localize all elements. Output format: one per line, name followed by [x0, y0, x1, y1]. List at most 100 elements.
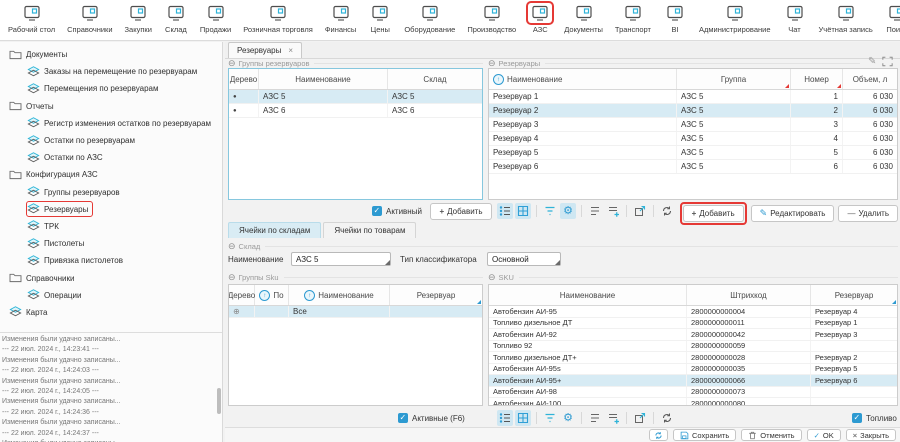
save-button[interactable]: Сохранить: [673, 429, 736, 441]
table-row[interactable]: Топливо дизельное ДТ+ 2800000000028 Резе…: [489, 352, 897, 364]
active-checkbox[interactable]: Активный: [372, 206, 422, 216]
toolbar-item[interactable]: Продажи: [194, 3, 237, 34]
table-row[interactable]: ● АЗС 6 АЗС 6: [229, 104, 482, 118]
sidebar-tree-item[interactable]: Справочники: [0, 269, 222, 286]
sidebar-tree-item[interactable]: Заказы на перемещение по резервуарам: [0, 63, 222, 80]
toolbar-item[interactable]: АЗС: [522, 3, 558, 34]
column-header-barcode[interactable]: Штрихкод: [687, 285, 811, 305]
table-row[interactable]: Резервуар 2 АЗС 5 2 6 030: [489, 104, 897, 118]
gear-icon[interactable]: ⚙: [560, 410, 576, 426]
sidebar-tree-item[interactable]: Остатки по резервуарам: [0, 132, 222, 149]
edit-icon[interactable]: ✎: [868, 56, 876, 67]
view-grid-icon[interactable]: [515, 410, 531, 426]
table-row[interactable]: ⊕ Все: [229, 306, 482, 318]
name-field[interactable]: АЗС 5: [291, 252, 391, 266]
sidebar-tree-item[interactable]: Перемещения по резервуарам: [0, 80, 222, 97]
column-header-name[interactable]: ↑ Наименование: [489, 69, 677, 89]
view-grid-icon[interactable]: [515, 203, 531, 219]
cells-tab[interactable]: Ячейки по товарам: [323, 222, 416, 238]
table-row[interactable]: Автобензин АИ-95 2800000000004 Резервуар…: [489, 306, 897, 318]
refresh-button[interactable]: [649, 429, 668, 441]
add-tank-button[interactable]: + Добавить: [683, 205, 744, 222]
column-header-vol[interactable]: Объем, л: [843, 69, 897, 89]
close-button[interactable]: × Закрыть: [846, 429, 896, 441]
fuel-checkbox[interactable]: Топливо: [852, 413, 897, 423]
toolbar-item[interactable]: Чат: [777, 3, 813, 34]
open-window-icon[interactable]: [632, 410, 648, 426]
table-row[interactable]: Автобензин АИ-98 2800000000073: [489, 387, 897, 399]
table-row[interactable]: Резервуар 3 АЗС 5 3 6 030: [489, 118, 897, 132]
table-row[interactable]: ● АЗС 5 АЗС 5: [229, 90, 482, 104]
toolbar-item[interactable]: Финансы: [319, 3, 363, 34]
ok-button[interactable]: ✓ OK: [807, 429, 841, 441]
toolbar-item[interactable]: Цены: [362, 3, 398, 34]
toolbar-item[interactable]: Розничная торговля: [237, 3, 319, 34]
collapse-icon[interactable]: ⊖: [228, 59, 236, 68]
sidebar-tree-item[interactable]: ТРК: [0, 218, 222, 235]
table-row[interactable]: Резервуар 1 АЗС 5 1 6 030: [489, 90, 897, 104]
toolbar-item[interactable]: Производство: [461, 3, 522, 34]
table-row[interactable]: Резервуар 4 АЗС 5 4 6 030: [489, 132, 897, 146]
column-header-name[interactable]: Наименование: [489, 285, 687, 305]
table-row[interactable]: Резервуар 6 АЗС 5 6 6 030: [489, 160, 897, 174]
cells-tab[interactable]: Ячейки по складам: [228, 222, 321, 238]
collapse-icon[interactable]: ⊖: [488, 273, 496, 282]
fullscreen-icon[interactable]: [882, 56, 893, 67]
column-header-tank[interactable]: Резервуар: [811, 285, 897, 305]
expand-icon[interactable]: ⊕: [229, 306, 255, 317]
toolbar-item[interactable]: Закупки: [119, 3, 158, 34]
list-settings-icon[interactable]: [587, 410, 603, 426]
open-window-icon[interactable]: [632, 203, 648, 219]
view-list-icon[interactable]: [497, 203, 513, 219]
tab-reservoirs[interactable]: Резервуары ×: [228, 42, 302, 58]
sidebar-tree-item[interactable]: Карта: [0, 304, 222, 321]
column-header-po[interactable]: ↑ По: [255, 285, 289, 305]
toolbar-item[interactable]: Склад: [158, 3, 194, 34]
refresh-icon[interactable]: [659, 203, 675, 219]
sidebar-tree-item[interactable]: Резервуары: [0, 201, 222, 218]
refresh-icon[interactable]: [659, 410, 675, 426]
table-row[interactable]: Топливо 92 2800000000059: [489, 341, 897, 353]
column-header-tank[interactable]: Резервуар: [390, 285, 482, 305]
sidebar-tree-item[interactable]: Привязка пистолетов: [0, 252, 222, 269]
toolbar-item[interactable]: Документы: [558, 3, 609, 34]
list-settings-icon[interactable]: [587, 203, 603, 219]
log-scrollbar-thumb[interactable]: [217, 388, 221, 414]
toolbar-item[interactable]: Транспорт: [609, 3, 657, 34]
add-row-icon[interactable]: [605, 203, 621, 219]
toolbar-item[interactable]: Рабочий стол: [2, 3, 61, 34]
sidebar-tree-item[interactable]: Отчеты: [0, 98, 222, 115]
column-header-sklad[interactable]: Склад: [388, 69, 482, 89]
add-group-button[interactable]: + Добавить: [430, 203, 492, 220]
cancel-button[interactable]: Отменить: [741, 429, 801, 441]
table-row[interactable]: Топливо дизельное ДТ 2800000000011 Резер…: [489, 318, 897, 330]
toolbar-item[interactable]: Справочники: [61, 3, 118, 34]
column-header-group[interactable]: Группа: [677, 69, 791, 89]
edit-tank-button[interactable]: ✎ Редактировать: [751, 205, 835, 222]
column-header-name[interactable]: Наименование: [259, 69, 388, 89]
table-row[interactable]: Резервуар 5 АЗС 5 5 6 030: [489, 146, 897, 160]
tab-close-icon[interactable]: ×: [288, 46, 293, 55]
sidebar-tree-item[interactable]: Конфигурация АЗС: [0, 166, 222, 183]
delete-tank-button[interactable]: — Удалить: [838, 205, 898, 222]
sidebar-tree-item[interactable]: Операции: [0, 287, 222, 304]
column-header-name[interactable]: ↑ Наименование: [289, 285, 390, 305]
collapse-icon[interactable]: ⊖: [228, 273, 236, 282]
collapse-icon[interactable]: ⊖: [488, 59, 496, 68]
filter-icon[interactable]: [542, 410, 558, 426]
column-header-tree[interactable]: Дерево: [229, 285, 255, 305]
collapse-icon[interactable]: ⊖: [228, 242, 236, 251]
column-header-tree[interactable]: Дерево: [229, 69, 259, 89]
gear-icon[interactable]: ⚙: [560, 203, 576, 219]
table-row[interactable]: Автобензин АИ-92 2800000000042 Резервуар…: [489, 329, 897, 341]
toolbar-item[interactable]: Оборудование: [398, 3, 461, 34]
add-row-icon[interactable]: [605, 410, 621, 426]
filter-icon[interactable]: [542, 203, 558, 219]
table-row[interactable]: Автобензин АИ-100 2800000000080: [489, 398, 897, 406]
toolbar-item[interactable]: Администрирование: [693, 3, 777, 34]
sidebar-tree-item[interactable]: Группы резервуаров: [0, 184, 222, 201]
toolbar-item[interactable]: BI: [657, 3, 693, 34]
view-list-icon[interactable]: [497, 410, 513, 426]
column-header-num[interactable]: Номер: [791, 69, 843, 89]
sidebar-tree-item[interactable]: Регистр изменения остатков по резервуара…: [0, 115, 222, 132]
